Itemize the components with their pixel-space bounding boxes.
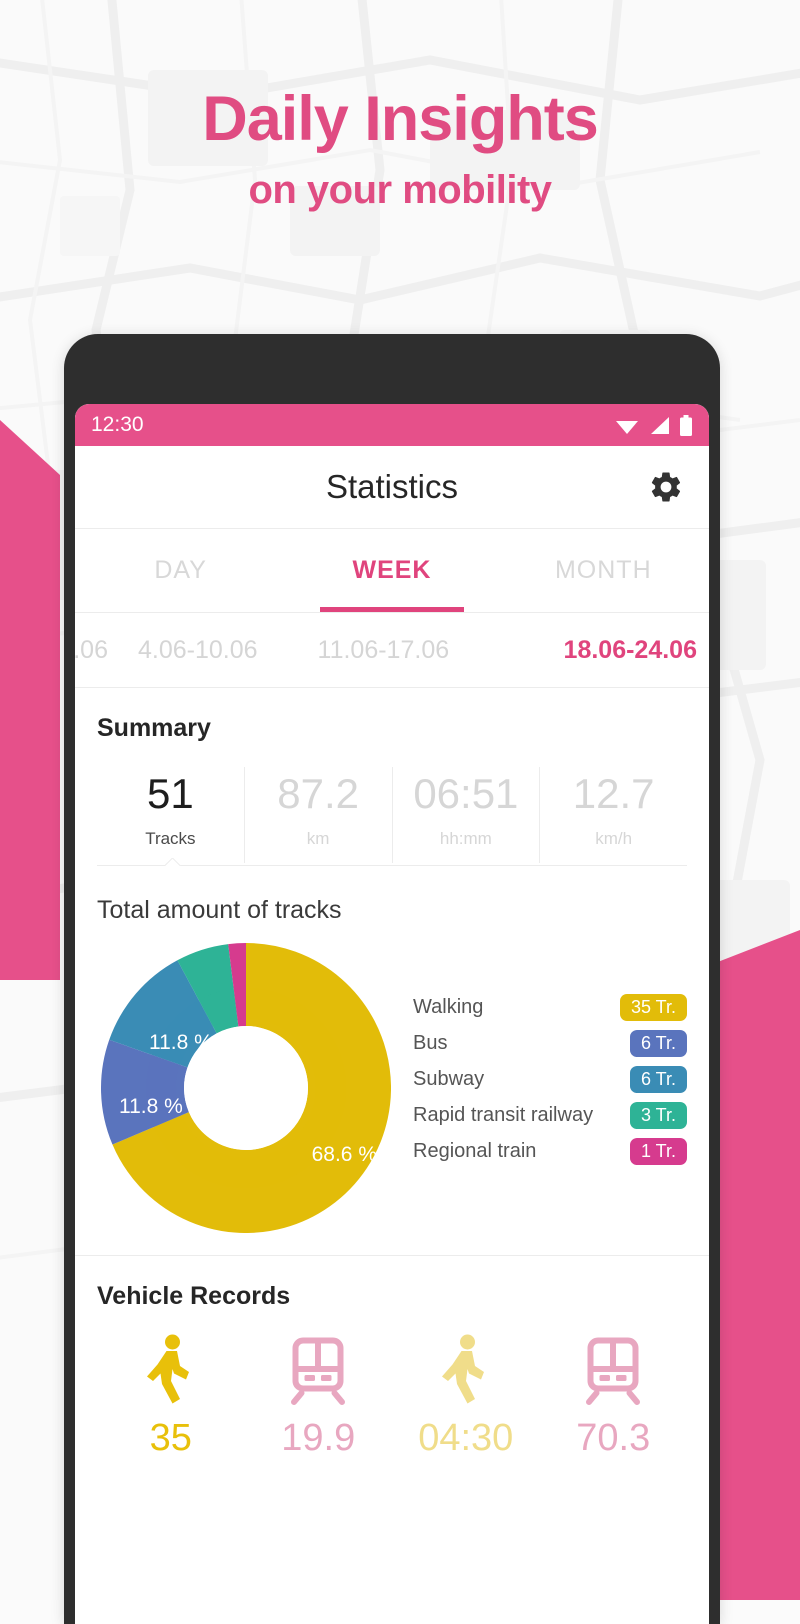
status-bar: 12:30 (75, 404, 709, 446)
summary-cell-tracks[interactable]: 51 Tracks (97, 767, 244, 863)
date-range-item-2[interactable]: 11.06-17.06 (288, 636, 480, 665)
tab-week[interactable]: WEEK (286, 529, 497, 612)
date-range-item-0[interactable]: -3.06 (75, 636, 108, 665)
legend-item[interactable]: Walking 35 Tr. (413, 989, 687, 1025)
app-bar: Statistics (75, 446, 709, 528)
status-time: 12:30 (91, 413, 144, 436)
wifi-icon (616, 420, 638, 434)
headline-secondary: on your mobility (248, 168, 552, 213)
vehicle-record-value: 04:30 (418, 1417, 514, 1460)
decorative-wedge-left (0, 420, 60, 980)
train-icon (586, 1337, 641, 1406)
donut-svg (101, 943, 391, 1234)
date-range-strip: -3.06 4.06-10.06 11.06-17.06 18.06-24.06 (75, 612, 709, 688)
page-title: Statistics (325, 468, 459, 505)
status-badge: 6 Tr. (629, 1065, 687, 1093)
donut-percent-walking: 68.6 % (311, 1143, 377, 1167)
status-badge: 1 Tr. (629, 1137, 687, 1165)
phone-screen: 12:30 Statistics DAY WEEK MONTH .06 4.06… (75, 404, 709, 1624)
legend-label: Rapid transit railway (413, 1103, 594, 1126)
donut-percent-subway: 11.8 % (149, 1031, 213, 1055)
status-badge: 35 Tr. (619, 993, 687, 1021)
vehicle-records-row: 35 19.9 04:30 70.3 (97, 1333, 687, 1460)
tracks-chart-block: Total amount of tracks 68.6 % 11.8 % 11.… (75, 866, 709, 1256)
vehicle-record-value: 19.9 (281, 1417, 356, 1460)
summary-title: Summary (97, 714, 211, 742)
legend-item[interactable]: Regional train 1 Tr. (413, 1133, 687, 1169)
legend-item[interactable]: Rapid transit railway 3 Tr. (413, 1097, 687, 1133)
signal-icon (651, 416, 669, 434)
phone-mockup: 12:30 Statistics DAY WEEK MONTH .06 4.06… (64, 334, 720, 1624)
summary-value: 12.7 (572, 770, 655, 817)
vehicle-record-duration[interactable]: 04:30 (392, 1333, 540, 1460)
headline-primary: Daily Insights (202, 84, 599, 154)
train-icon (291, 1337, 346, 1406)
battery-icon (680, 414, 692, 436)
summary-label: hh:mm (439, 829, 492, 849)
date-range-item-1[interactable]: 4.06-10.06 (108, 636, 288, 665)
date-range-item-3[interactable]: 18.06-24.06 (564, 636, 697, 665)
tab-day[interactable]: DAY (75, 529, 286, 612)
summary-divider (97, 865, 687, 867)
summary-label: Tracks (145, 829, 196, 849)
summary-value: 51 (147, 770, 194, 817)
gear-icon (651, 472, 681, 502)
walking-icon (146, 1334, 189, 1404)
donut-chart[interactable]: 68.6 % 11.8 % 11.8 % (101, 943, 391, 1234)
status-icons (615, 414, 693, 436)
summary-cell-duration[interactable]: 06:51 hh:mm (391, 767, 540, 864)
summary-section: Summary 51 Tracks 87.2 km 06:51 hh:mm 12… (75, 688, 709, 867)
summary-cell-km[interactable]: 87.2 km (243, 767, 392, 864)
summary-label: km/h (595, 829, 633, 849)
promo-headline: Daily Insights on your mobility (0, 86, 800, 213)
status-badge: 3 Tr. (629, 1101, 687, 1129)
decorative-wedge-right (710, 930, 800, 1600)
selected-metric-caret (165, 858, 181, 866)
vehicle-record-speed[interactable]: 70.3 (540, 1333, 688, 1460)
legend-label: Subway (413, 1067, 485, 1090)
chart-legend: Walking 35 Tr. Bus 6 Tr. Subway 6 Tr. Ra… (391, 989, 687, 1187)
vehicle-records-section: Vehicle Records 35 19.9 04:30 70.3 (75, 1255, 709, 1461)
status-badge: 6 Tr. (629, 1029, 687, 1057)
walking-icon (441, 1334, 484, 1404)
legend-item[interactable]: Subway 6 Tr. (413, 1061, 687, 1097)
vehicle-record-distance[interactable]: 19.9 (245, 1333, 393, 1460)
chart-title: Total amount of tracks (97, 896, 342, 925)
legend-label: Regional train (413, 1139, 537, 1162)
tab-month[interactable]: MONTH (498, 529, 709, 612)
summary-value: 06:51 (413, 770, 519, 817)
legend-label: Walking (413, 995, 484, 1018)
summary-label: km (306, 829, 330, 849)
summary-row: 51 Tracks 87.2 km 06:51 hh:mm 12.7 km/h (97, 767, 687, 864)
settings-button[interactable] (645, 466, 687, 508)
legend-label: Bus (413, 1031, 448, 1054)
chart-area: 68.6 % 11.8 % 11.8 % Walking 35 Tr. Bus … (97, 943, 687, 1234)
summary-cell-speed[interactable]: 12.7 km/h (539, 767, 687, 864)
vehicle-record-tracks[interactable]: 35 (97, 1333, 245, 1460)
period-tabs: DAY WEEK MONTH (75, 528, 709, 612)
vehicle-record-value: 70.3 (576, 1417, 651, 1460)
vehicle-record-value: 35 (149, 1417, 192, 1460)
summary-value: 87.2 (277, 770, 359, 817)
vehicle-records-title: Vehicle Records (97, 1282, 291, 1311)
legend-item[interactable]: Bus 6 Tr. (413, 1025, 687, 1061)
donut-percent-bus: 11.8 % (119, 1095, 183, 1119)
